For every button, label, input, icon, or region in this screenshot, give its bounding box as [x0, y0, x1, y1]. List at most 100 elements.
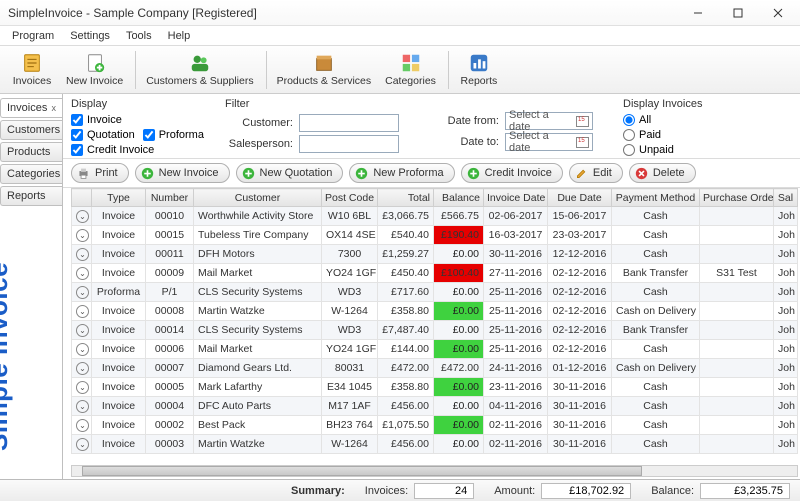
toolbar-reports[interactable]: Reports	[453, 50, 505, 89]
toolbar-products-services[interactable]: Products & Services	[271, 50, 378, 89]
tab-customers[interactable]: Customers	[0, 120, 62, 140]
table-row[interactable]: ⌄Invoice00006Mail MarketYO24 1GF£144.00£…	[72, 340, 798, 359]
edit-icon	[575, 167, 588, 180]
new-invoice-icon	[84, 52, 106, 74]
cell-salesperson: Joh	[774, 283, 798, 302]
customer-filter-input[interactable]	[299, 114, 399, 132]
radio-paid[interactable]	[623, 129, 635, 141]
chevron-down-icon: ⌄	[76, 305, 89, 318]
row-menu-button[interactable]: ⌄	[72, 302, 92, 321]
menu-settings[interactable]: Settings	[62, 28, 118, 44]
cell-payment-method: Cash on Delivery	[612, 359, 700, 378]
cell-due-date: 30-11-2016	[548, 397, 612, 416]
table-row[interactable]: ⌄Invoice00005Mark LafarthyE34 1045£358.8…	[72, 378, 798, 397]
cell-due-date: 02-12-2016	[548, 264, 612, 283]
table-row[interactable]: ⌄Invoice00008Martin WatzkeW-1264£358.80£…	[72, 302, 798, 321]
table-row[interactable]: ⌄Invoice00002Best PackBH23 764£1,075.50£…	[72, 416, 798, 435]
row-menu-button[interactable]: ⌄	[72, 283, 92, 302]
row-menu-button[interactable]: ⌄	[72, 340, 92, 359]
row-menu-button[interactable]: ⌄	[72, 378, 92, 397]
date-to-picker[interactable]: Select a date	[505, 133, 593, 151]
cell-purchase-order	[700, 435, 774, 454]
column-header[interactable]: Sal	[774, 189, 798, 207]
salesperson-filter-input[interactable]	[299, 135, 399, 153]
cell-balance: £566.75	[434, 207, 484, 226]
cell-balance: £472.00	[434, 359, 484, 378]
tab-reports[interactable]: Reports	[0, 186, 62, 206]
cell-invoice-date: 25-11-2016	[484, 321, 548, 340]
column-header[interactable]: Number	[146, 189, 194, 207]
tab-products[interactable]: Products	[0, 142, 62, 162]
table-row[interactable]: ⌄Invoice00004DFC Auto PartsM17 1AF£456.0…	[72, 397, 798, 416]
column-header[interactable]: Payment Method	[612, 189, 700, 207]
column-header[interactable]	[72, 189, 92, 207]
table-row[interactable]: ⌄ProformaP/1CLS Security SystemsWD3£717.…	[72, 283, 798, 302]
edit-button[interactable]: Edit	[569, 163, 623, 183]
table-row[interactable]: ⌄Invoice00014CLS Security SystemsWD3£7,4…	[72, 321, 798, 340]
column-header[interactable]: Balance	[434, 189, 484, 207]
tab-invoices[interactable]: Invoicesx	[0, 98, 62, 118]
table-row[interactable]: ⌄Invoice00011DFH Motors7300£1,259.27£0.0…	[72, 245, 798, 264]
new-quotation-button[interactable]: New Quotation	[236, 163, 344, 183]
radio-all[interactable]	[623, 114, 635, 126]
table-row[interactable]: ⌄Invoice00010Worthwhile Activity StoreW1…	[72, 207, 798, 226]
chk-invoice[interactable]	[71, 114, 83, 126]
maximize-button[interactable]	[718, 1, 758, 25]
menu-program[interactable]: Program	[4, 28, 62, 44]
row-menu-button[interactable]: ⌄	[72, 226, 92, 245]
column-header[interactable]: Total	[378, 189, 434, 207]
cell-salesperson: Joh	[774, 245, 798, 264]
chk-proforma[interactable]	[143, 129, 155, 141]
cell-due-date: 02-12-2016	[548, 340, 612, 359]
row-menu-button[interactable]: ⌄	[72, 321, 92, 340]
row-menu-button[interactable]: ⌄	[72, 245, 92, 264]
row-menu-button[interactable]: ⌄	[72, 264, 92, 283]
summary-amount: £18,702.92	[541, 483, 631, 499]
column-header[interactable]: Post Code	[322, 189, 378, 207]
toolbar-customers-suppliers[interactable]: Customers & Suppliers	[140, 50, 259, 89]
table-row[interactable]: ⌄Invoice00003Martin WatzkeW-1264£456.00£…	[72, 435, 798, 454]
tab-categories[interactable]: Categories	[0, 164, 62, 184]
customers-icon	[189, 52, 211, 74]
cell-customer: Worthwhile Activity Store	[194, 207, 322, 226]
row-menu-button[interactable]: ⌄	[72, 397, 92, 416]
row-menu-button[interactable]: ⌄	[72, 359, 92, 378]
menu-help[interactable]: Help	[160, 28, 199, 44]
column-header[interactable]: Invoice Date	[484, 189, 548, 207]
radio-unpaid[interactable]	[623, 144, 635, 156]
toolbar-invoices[interactable]: Invoices	[6, 50, 58, 89]
chk-quotation[interactable]	[71, 129, 83, 141]
row-menu-button[interactable]: ⌄	[72, 416, 92, 435]
tab-close-icon[interactable]: x	[52, 103, 57, 113]
scrollbar-thumb[interactable]	[82, 466, 642, 476]
column-header[interactable]: Type	[92, 189, 146, 207]
column-header[interactable]: Customer	[194, 189, 322, 207]
table-row[interactable]: ⌄Invoice00009Mail MarketYO24 1GF£450.40£…	[72, 264, 798, 283]
new-invoice-button[interactable]: New Invoice	[135, 163, 230, 183]
column-header[interactable]: Purchase Order	[700, 189, 774, 207]
new-proforma-button[interactable]: New Proforma	[349, 163, 454, 183]
cell-due-date: 02-12-2016	[548, 321, 612, 340]
cell-number: 00014	[146, 321, 194, 340]
cell-balance: £190.40	[434, 226, 484, 245]
toolbar-categories[interactable]: Categories	[379, 50, 442, 89]
minimize-button[interactable]	[678, 1, 718, 25]
column-header[interactable]: Due Date	[548, 189, 612, 207]
row-menu-button[interactable]: ⌄	[72, 207, 92, 226]
table-row[interactable]: ⌄Invoice00015Tubeless Tire CompanyOX14 4…	[72, 226, 798, 245]
close-button[interactable]	[758, 1, 798, 25]
cell-total: £1,075.50	[378, 416, 434, 435]
print-button[interactable]: Print	[71, 163, 129, 183]
date-from-picker[interactable]: Select a date	[505, 112, 593, 130]
delete-button[interactable]: Delete	[629, 163, 696, 183]
menu-tools[interactable]: Tools	[118, 28, 160, 44]
cell-number: 00005	[146, 378, 194, 397]
table-row[interactable]: ⌄Invoice00007Diamond Gears Ltd.80031£472…	[72, 359, 798, 378]
products-icon	[313, 52, 335, 74]
row-menu-button[interactable]: ⌄	[72, 435, 92, 454]
chk-credit-invoice[interactable]	[71, 144, 83, 156]
toolbar-new-invoice[interactable]: New Invoice	[60, 50, 129, 89]
credit-invoice-button[interactable]: Credit Invoice	[461, 163, 563, 183]
horizontal-scrollbar[interactable]	[71, 465, 798, 477]
cell-postcode: M17 1AF	[322, 397, 378, 416]
